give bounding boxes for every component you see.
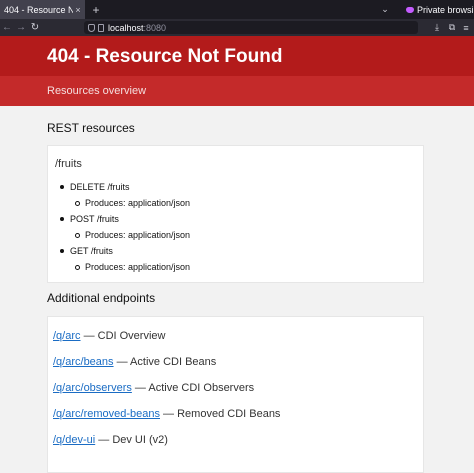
rest-resources-heading: REST resources: [47, 121, 135, 135]
download-icon[interactable]: ⤓: [430, 19, 444, 36]
tab-bar: 404 - Resource Not Fo × +: [0, 0, 474, 19]
forward-arrow-icon[interactable]: →: [14, 19, 28, 36]
url-host: localhost: [108, 22, 144, 33]
resource-path: /fruits: [55, 158, 82, 170]
private-browsing-indicator: Private browsing: [406, 0, 474, 19]
page-subheader: Resources overview: [0, 76, 474, 106]
url-bar[interactable]: localhost:8080: [84, 21, 418, 34]
endpoint-link-removed-beans[interactable]: /q/arc/removed-beans: [53, 408, 160, 420]
method-item: POST /fruits: [55, 213, 190, 229]
produces-item: Produces: application/json: [55, 197, 190, 213]
back-arrow-icon[interactable]: ←: [0, 19, 14, 36]
method-item: GET /fruits: [55, 245, 190, 261]
endpoint-item: /q/arc/removed-beans — Removed CDI Beans: [53, 408, 280, 420]
page-title: 404 - Resource Not Found: [47, 46, 283, 67]
endpoint-link-beans[interactable]: /q/arc/beans: [53, 356, 114, 368]
page-content: 404 - Resource Not Found Resources overv…: [0, 36, 474, 473]
page-scrollbar[interactable]: [469, 36, 472, 473]
page-subtitle: Resources overview: [47, 85, 147, 97]
method-list: DELETE /fruits Produces: application/jso…: [55, 181, 190, 277]
endpoint-item: /q/arc/observers — Active CDI Observers: [53, 382, 254, 394]
page-icon[interactable]: [98, 23, 104, 32]
reload-icon[interactable]: ↻: [28, 19, 42, 36]
private-browsing-label: Private browsing: [417, 4, 474, 15]
endpoint-item: /q/arc/beans — Active CDI Beans: [53, 356, 216, 368]
endpoint-link-observers[interactable]: /q/arc/observers: [53, 382, 132, 394]
tab-list-chevron-icon[interactable]: ⌄: [379, 0, 391, 19]
resource-card: /fruits DELETE /fruits Produces: applica…: [47, 145, 424, 283]
endpoint-desc: — Active CDI Beans: [113, 356, 217, 368]
endpoints-card: /q/arc — CDI Overview /q/arc/beans — Act…: [47, 316, 424, 473]
produces-item: Produces: application/json: [55, 229, 190, 245]
page-header: 404 - Resource Not Found: [0, 36, 474, 76]
endpoint-desc: — Active CDI Observers: [131, 382, 255, 394]
tab-close-icon[interactable]: ×: [73, 5, 83, 15]
endpoint-item: /q/dev-ui — Dev UI (v2): [53, 434, 168, 446]
url-text: localhost:8080: [108, 23, 166, 33]
endpoint-link-dev-ui[interactable]: /q/dev-ui: [53, 434, 95, 446]
endpoint-desc: — Removed CDI Beans: [160, 408, 281, 420]
endpoint-item: /q/arc — CDI Overview: [53, 330, 165, 342]
endpoint-desc: — CDI Overview: [80, 330, 166, 342]
method-item: DELETE /fruits: [55, 181, 190, 197]
endpoint-desc: — Dev UI (v2): [95, 434, 168, 446]
endpoint-link-arc[interactable]: /q/arc: [53, 330, 81, 342]
menu-icon[interactable]: ≡: [459, 19, 473, 36]
new-tab-button[interactable]: +: [88, 0, 104, 19]
private-browsing-icon: [406, 6, 414, 13]
produces-item: Produces: application/json: [55, 261, 190, 277]
shield-icon[interactable]: [88, 23, 95, 32]
url-port: :8080: [143, 22, 167, 33]
tab-title: 404 - Resource Not Fo: [4, 4, 73, 15]
browser-tab[interactable]: 404 - Resource Not Fo ×: [0, 0, 85, 19]
extensions-icon[interactable]: ⧉: [445, 19, 459, 36]
additional-endpoints-heading: Additional endpoints: [47, 291, 156, 305]
